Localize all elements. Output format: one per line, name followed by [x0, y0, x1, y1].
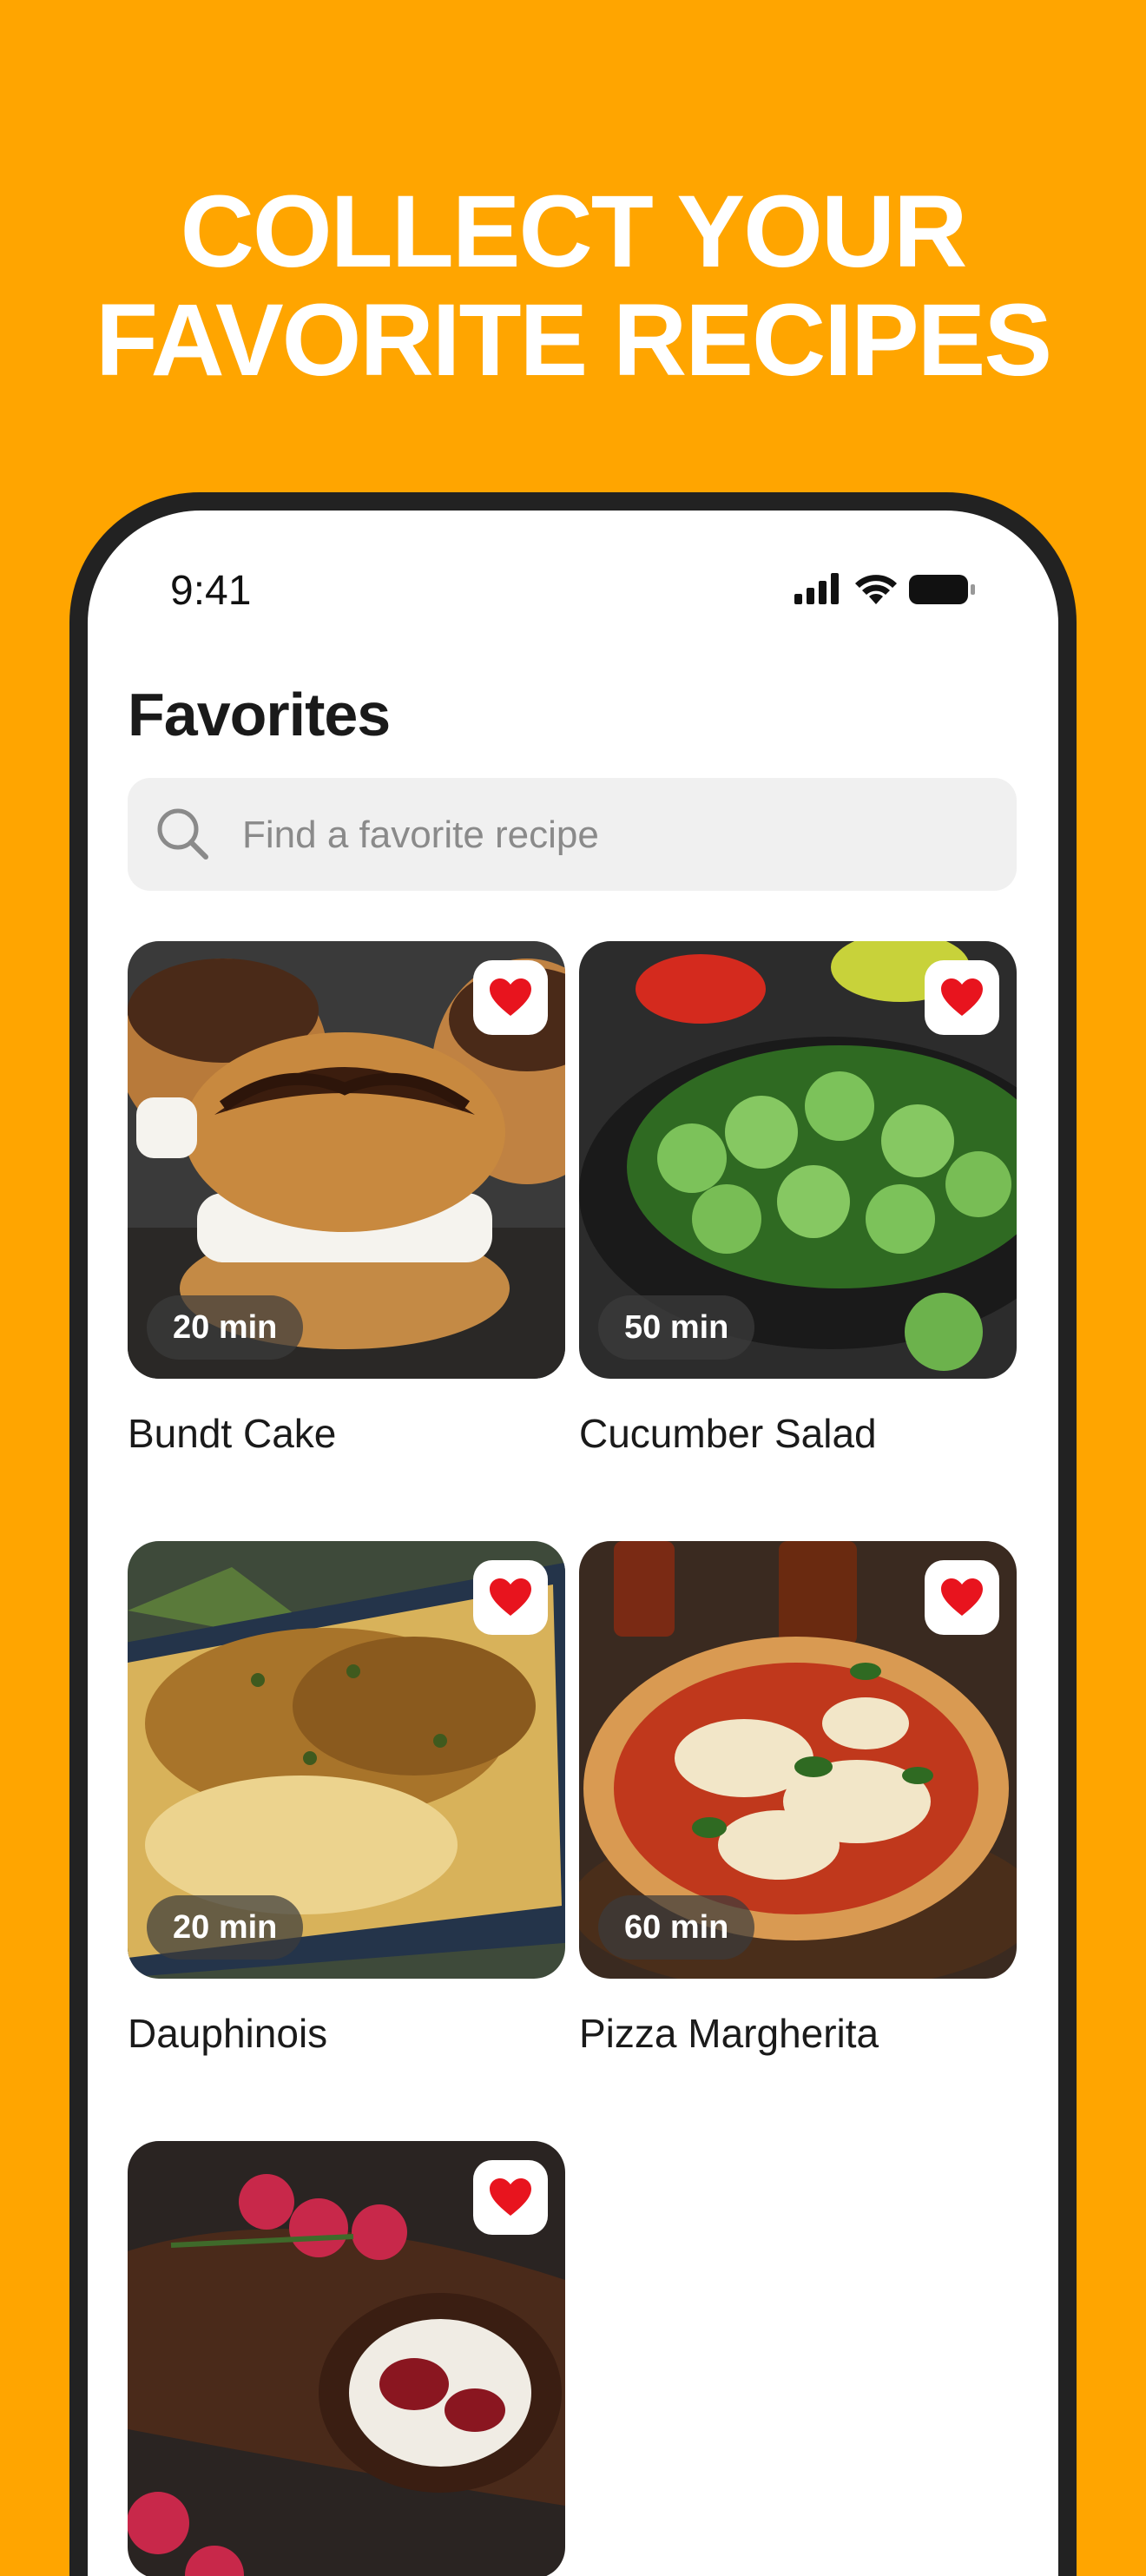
favorite-button[interactable] — [925, 1560, 999, 1635]
cook-time-badge: 20 min — [147, 1895, 304, 1960]
favorite-button[interactable] — [473, 2160, 548, 2235]
recipe-image — [128, 2141, 565, 2576]
phone-screen: 9:41 Favorites Find a favorite recipe 20… — [88, 511, 1058, 2576]
promo-headline: COLLECT YOUR FAVORITE RECIPES — [0, 178, 1146, 395]
recipe-image: 20 min — [128, 1541, 565, 1979]
search-icon — [157, 808, 208, 860]
wifi-icon — [855, 575, 897, 604]
cook-time-badge: 20 min — [147, 1295, 304, 1360]
battery-icon — [909, 575, 975, 604]
heart-icon — [941, 978, 983, 1016]
heart-icon — [490, 978, 531, 1016]
phone-frame: 9:41 Favorites Find a favorite recipe 20… — [69, 492, 1077, 2576]
favorite-button[interactable] — [925, 960, 999, 1035]
recipe-title: Bundt Cake — [128, 1411, 337, 1456]
recipe-card[interactable]: 50 min Cucumber Salad — [579, 941, 1017, 1456]
recipe-card[interactable]: 60 min Pizza Margherita — [579, 1541, 1017, 2056]
recipe-image: 50 min — [579, 941, 1017, 1379]
signal-icon — [794, 573, 839, 604]
recipe-title: Pizza Margherita — [579, 2011, 879, 2056]
page-title: Favorites — [128, 681, 391, 748]
heart-icon — [941, 1578, 983, 1616]
recipe-card[interactable]: 20 min Dauphinois — [128, 1541, 565, 2056]
heart-icon — [490, 1578, 531, 1616]
recipe-image: 20 min — [128, 941, 565, 1379]
status-time: 9:41 — [170, 568, 252, 614]
recipe-title: Dauphinois — [128, 2011, 328, 2056]
headline-line-2: FAVORITE RECIPES — [95, 283, 1052, 398]
cook-time-badge: 60 min — [598, 1895, 755, 1960]
search-input[interactable] — [240, 778, 991, 893]
recipe-image: 60 min — [579, 1541, 1017, 1979]
heart-icon — [490, 2178, 531, 2216]
headline-line-1: COLLECT YOUR — [180, 175, 968, 289]
search-bar[interactable] — [128, 778, 1017, 893]
cook-time-badge: 50 min — [598, 1295, 755, 1360]
favorite-button[interactable] — [473, 960, 548, 1035]
recipe-card[interactable]: 20 min Bundt Cake — [128, 941, 565, 1456]
recipe-title: Cucumber Salad — [579, 1411, 877, 1456]
recipe-card[interactable] — [128, 2141, 565, 2576]
favorite-button[interactable] — [473, 1560, 548, 1635]
